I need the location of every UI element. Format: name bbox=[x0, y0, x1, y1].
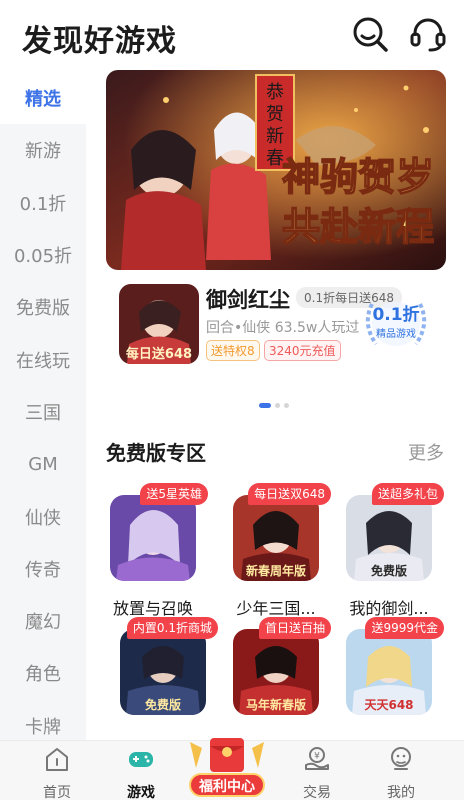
header: 发现好游戏 bbox=[0, 0, 464, 70]
sidebar-item-rpg[interactable]: 角色 bbox=[0, 647, 86, 699]
game-tile[interactable]: 送5星英雄 放置与召唤 bbox=[98, 483, 208, 623]
sidebar-item-fantasy[interactable]: 魔幻 bbox=[0, 595, 86, 647]
carousel-dot-active[interactable] bbox=[259, 402, 271, 408]
game-tile-art-text: 天天648 bbox=[364, 698, 413, 712]
banner-subline: 共赴新程 bbox=[282, 204, 434, 249]
discount-badge-label: 精品游戏 bbox=[376, 329, 416, 340]
featured-game-meta: 回合•仙侠 63.5w人玩过 bbox=[206, 320, 360, 336]
gamepad-icon bbox=[129, 752, 153, 767]
trade-icon: ¥ bbox=[305, 747, 329, 770]
nav-games-label: 游戏 bbox=[127, 785, 155, 800]
app-root: 发现好游戏 精选 新游 0.1折 0.05折 免费版 在线玩 三国 GM 仙侠 bbox=[0, 0, 464, 800]
game-tile[interactable]: 免费版 送超多礼包 我的御剑... bbox=[334, 483, 444, 623]
game-tile-art-text: 免费版 bbox=[145, 697, 181, 712]
game-tile-name: 少年三国... bbox=[236, 599, 316, 618]
game-tile-ribbon: 内置0.1折商城 bbox=[126, 617, 218, 639]
promo-banner[interactable]: 恭 贺 新 春 神驹贺岁 共赴新程 bbox=[106, 70, 446, 270]
nav-games[interactable]: 游戏 bbox=[106, 741, 176, 800]
featured-game-name: 御剑红尘 bbox=[206, 288, 290, 312]
game-tile[interactable]: 免费版 内置0.1折商城 bbox=[108, 617, 218, 737]
sidebar-item-featured[interactable]: 精选 bbox=[0, 72, 86, 125]
game-tile-image: 免费版 bbox=[346, 495, 432, 581]
page-title: 发现好游戏 bbox=[22, 24, 177, 59]
nav-profile-label: 我的 bbox=[387, 785, 415, 800]
sidebar-item-three-kingdoms[interactable]: 三国 bbox=[0, 386, 86, 438]
game-tile-image: 免费版 bbox=[120, 629, 206, 715]
featured-game-tag-privilege: 送特权8 bbox=[206, 340, 260, 361]
banner-scroll-char-2: 贺 bbox=[266, 104, 284, 125]
sidebar-item-0-05-discount[interactable]: 0.05折 bbox=[0, 229, 86, 281]
discount-badge: 0.1折 精品游戏 bbox=[358, 294, 434, 352]
game-tile-ribbon: 送5星英雄 bbox=[140, 483, 208, 505]
banner-scroll-char-1: 恭 bbox=[266, 82, 284, 103]
carousel-indicator bbox=[259, 402, 289, 408]
game-tile[interactable]: 新春周年版 每日送双648 少年三国... bbox=[221, 483, 331, 623]
sidebar-item-gm[interactable]: GM bbox=[0, 438, 86, 490]
featured-game-thumb-text: 每日送648 bbox=[126, 346, 192, 362]
home-icon bbox=[46, 748, 68, 771]
sidebar-item-xianxia[interactable]: 仙侠 bbox=[0, 490, 86, 542]
nav-home-label: 首页 bbox=[43, 785, 71, 800]
sidebar-item-online-play[interactable]: 在线玩 bbox=[0, 333, 86, 385]
banner-scroll-char-3: 新 bbox=[266, 126, 284, 147]
carousel-dot[interactable] bbox=[284, 402, 289, 408]
welfare-center-label: 福利中心 bbox=[189, 773, 265, 797]
search-icon[interactable] bbox=[350, 14, 390, 54]
sidebar-item-0-1-discount[interactable]: 0.1折 bbox=[0, 177, 86, 229]
game-tile-ribbon: 首日送百抽 bbox=[258, 617, 331, 639]
section-title: 免费版专区 bbox=[106, 441, 206, 465]
category-sidebar: 精选 新游 0.1折 0.05折 免费版 在线玩 三国 GM 仙侠 传奇 魔幻 … bbox=[0, 72, 86, 740]
game-tile-ribbon: 送9999代金 bbox=[365, 617, 444, 639]
svg-text:¥: ¥ bbox=[314, 752, 320, 762]
sidebar-item-legend[interactable]: 传奇 bbox=[0, 543, 86, 595]
game-tile-image bbox=[110, 495, 196, 581]
sidebar-item-free-version[interactable]: 免费版 bbox=[0, 281, 86, 333]
game-tile-ribbon: 送超多礼包 bbox=[371, 483, 444, 505]
game-tile-ribbon: 每日送双648 bbox=[248, 483, 331, 505]
game-tile[interactable]: 天天648 送9999代金 bbox=[334, 617, 444, 737]
more-link[interactable]: 更多 bbox=[408, 439, 444, 465]
game-tile-name: 我的御剑... bbox=[349, 599, 429, 618]
nav-profile[interactable]: 我的 bbox=[366, 741, 436, 800]
carousel-dot[interactable] bbox=[275, 402, 280, 408]
game-tile-image: 天天648 bbox=[346, 629, 432, 715]
game-tile-art-text: 新春周年版 bbox=[246, 563, 306, 578]
featured-game-tag-recharge: 3240元充值 bbox=[264, 340, 341, 361]
customer-service-icon[interactable] bbox=[408, 14, 448, 54]
game-tile-image: 马年新春版 bbox=[233, 629, 319, 715]
game-tile-image: 新春周年版 bbox=[233, 495, 319, 581]
nav-home[interactable]: 首页 bbox=[22, 741, 92, 800]
featured-game-thumbnail: 每日送648 bbox=[119, 284, 199, 364]
game-tile-art-text: 免费版 bbox=[371, 563, 407, 578]
game-tile[interactable]: 马年新春版 首日送百抽 bbox=[221, 617, 331, 737]
game-tile-name: 放置与召唤 bbox=[112, 599, 193, 618]
nav-trade-label: 交易 bbox=[303, 785, 331, 800]
banner-headline: 神驹贺岁 bbox=[282, 154, 434, 199]
welfare-center-button[interactable]: 福利中心 bbox=[186, 730, 268, 800]
nav-trade[interactable]: ¥ 交易 bbox=[282, 741, 352, 800]
sidebar-item-new-games[interactable]: 新游 bbox=[0, 124, 86, 176]
profile-icon bbox=[391, 747, 411, 770]
discount-badge-value: 0.1折 bbox=[372, 305, 420, 325]
game-tile-art-text: 马年新春版 bbox=[246, 697, 306, 712]
featured-game-card[interactable]: 每日送648 御剑红尘 0.1折每日送648 回合•仙侠 63.5w人玩过 送特… bbox=[106, 282, 446, 366]
